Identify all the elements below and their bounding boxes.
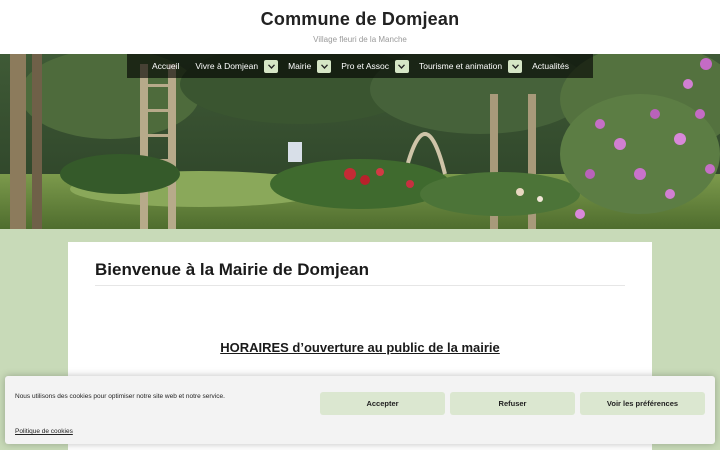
nav-item-label: Mairie	[288, 61, 312, 71]
site-title[interactable]: Commune de Domjean	[0, 9, 720, 30]
cookie-message: Nous utilisons des cookies pour optimise…	[15, 393, 225, 400]
accept-cookies-button[interactable]: Accepter	[320, 392, 445, 415]
nav-item-mairie[interactable]: Mairie	[288, 54, 332, 78]
hero-garden-image	[0, 54, 720, 229]
nav-item-label: Pro et Assoc	[341, 61, 389, 71]
site-header: Commune de Domjean Village fleuri de la …	[0, 0, 720, 54]
page-title: Bienvenue à la Mairie de Domjean	[95, 260, 369, 279]
main-navigation: Accueil Vivre à Domjean Mairie Pro et As…	[127, 54, 593, 78]
cookie-preferences-button[interactable]: Voir les préférences	[580, 392, 705, 415]
nav-item-label: Tourisme et animation	[418, 61, 503, 71]
nav-item-label: Actualités	[532, 61, 569, 71]
nav-item-vivre-a-domjean[interactable]: Vivre à Domjean	[195, 54, 279, 78]
nav-item-tourisme-et-animation[interactable]: Tourisme et animation	[418, 54, 523, 78]
nav-item-accueil[interactable]: Accueil	[152, 54, 179, 78]
hours-heading: HORAIRES d’ouverture au public de la mai…	[220, 340, 500, 355]
chevron-down-icon[interactable]	[394, 59, 409, 73]
site-tagline: Village fleuri de la Manche	[313, 35, 407, 44]
nav-item-label: Accueil	[152, 61, 180, 71]
title-divider	[95, 285, 625, 286]
chevron-down-icon[interactable]	[264, 59, 279, 73]
nav-item-pro-et-assoc[interactable]: Pro et Assoc	[341, 54, 409, 78]
nav-item-actualites[interactable]: Actualités	[532, 54, 569, 78]
chevron-down-icon[interactable]	[317, 59, 332, 73]
nav-item-label: Vivre à Domjean	[195, 61, 259, 71]
cookie-policy-link[interactable]: Politique de cookies	[15, 428, 73, 435]
chevron-down-icon[interactable]	[508, 59, 523, 73]
cookie-banner: Nous utilisons des cookies pour optimise…	[5, 376, 715, 444]
refuse-cookies-button[interactable]: Refuser	[450, 392, 575, 415]
